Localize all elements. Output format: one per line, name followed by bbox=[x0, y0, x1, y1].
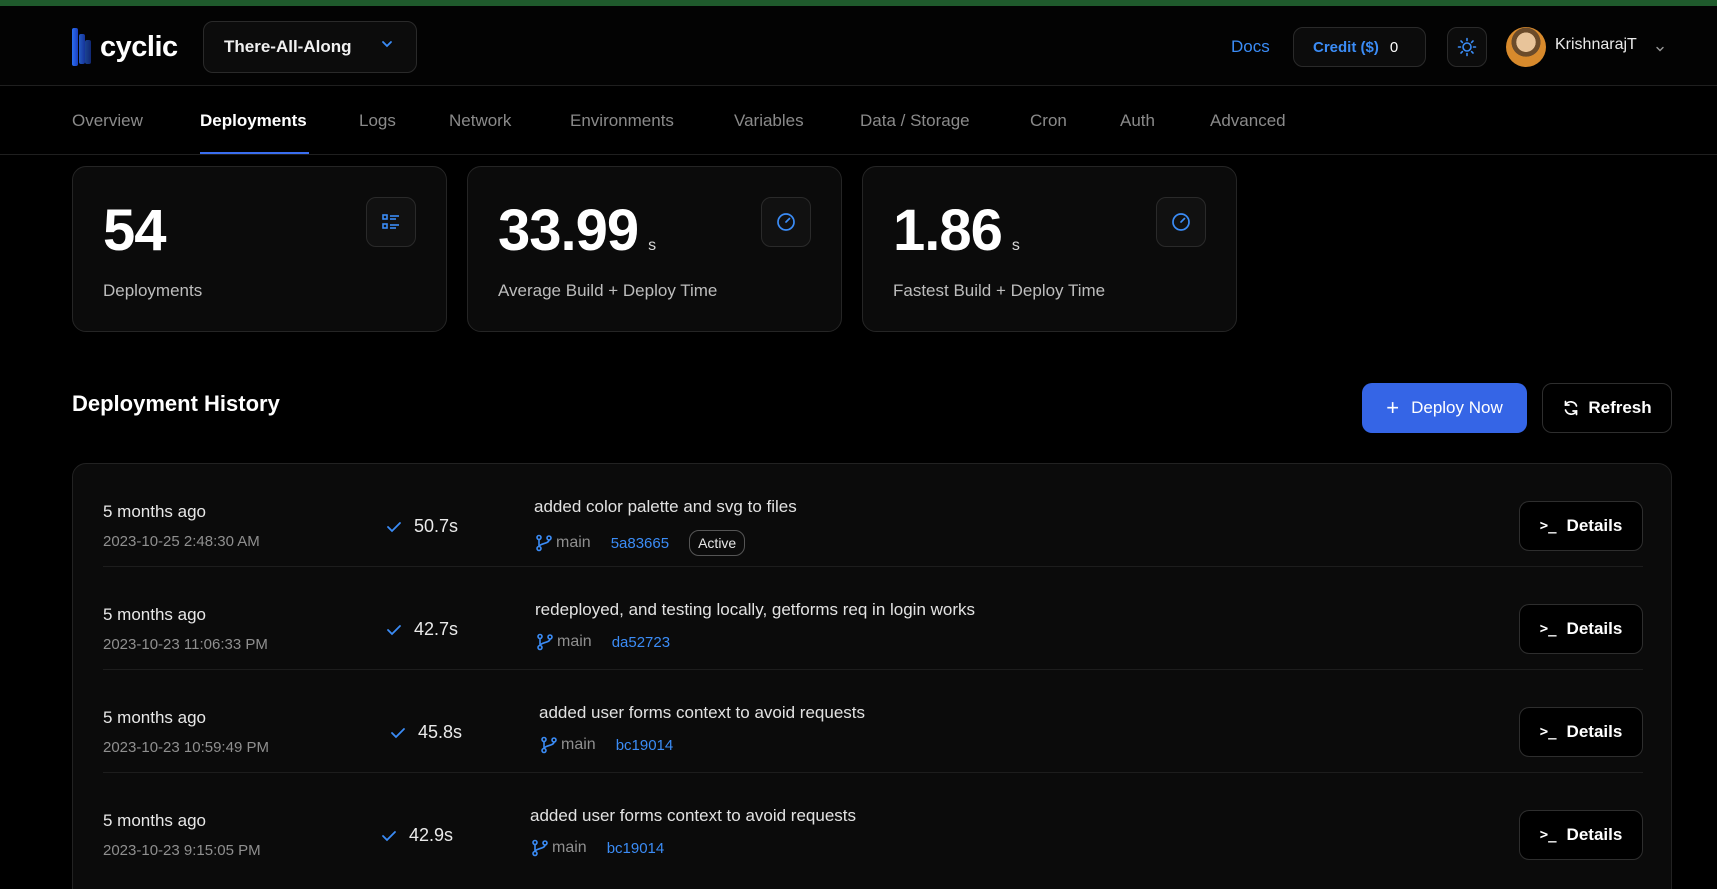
status-badge: Active bbox=[689, 530, 746, 556]
refresh-icon bbox=[1564, 400, 1578, 416]
tab-variables[interactable]: Variables bbox=[734, 111, 804, 131]
deploy-age: 5 months ago bbox=[103, 708, 207, 727]
plus-icon: + bbox=[1386, 395, 1400, 420]
commit-sha-link[interactable]: da52723 bbox=[612, 634, 670, 651]
details-button[interactable]: >_ Details bbox=[1519, 501, 1643, 551]
deploy-age: 5 months ago bbox=[103, 811, 207, 830]
stat-unit: s bbox=[648, 237, 657, 254]
stat-value: 54 bbox=[103, 198, 167, 263]
deployment-history-list: 5 months ago 2023-10-25 2:48:30 AM 50.7s… bbox=[72, 463, 1672, 889]
docs-link[interactable]: Docs bbox=[1231, 37, 1270, 57]
logo-text: cyclic bbox=[100, 30, 178, 63]
stat-card-average-time: 33.99 s Average Build + Deploy Time bbox=[467, 166, 842, 332]
commit-meta: main 5a83665 Active bbox=[534, 530, 746, 556]
project-tabs: Overview Deployments Logs Network Enviro… bbox=[0, 87, 1717, 155]
deploy-date: 2023-10-23 10:59:49 PM bbox=[103, 739, 269, 756]
list-item: 5 months ago 2023-10-25 2:48:30 AM 50.7s… bbox=[103, 464, 1643, 567]
active-tab-indicator bbox=[200, 152, 309, 154]
deploy-duration: 45.8s bbox=[390, 722, 462, 743]
refresh-button[interactable]: Refresh bbox=[1542, 383, 1672, 433]
tab-auth[interactable]: Auth bbox=[1120, 111, 1155, 131]
app-header: cyclic There-All-Along Docs Credit ($) 0… bbox=[0, 6, 1717, 86]
list-item: 5 months ago 2023-10-23 9:15:05 PM 42.9s… bbox=[103, 773, 1643, 876]
details-button[interactable]: >_ Details bbox=[1519, 604, 1643, 654]
deploy-duration: 42.7s bbox=[386, 619, 458, 640]
check-icon bbox=[387, 624, 401, 635]
gauge-icon bbox=[1156, 197, 1206, 247]
branch: main bbox=[534, 534, 591, 552]
terminal-icon: >_ bbox=[1539, 621, 1557, 637]
commit-message: added user forms context to avoid reques… bbox=[530, 806, 857, 825]
chevron-down-icon[interactable] bbox=[1655, 44, 1665, 54]
deploy-date: 2023-10-23 11:06:33 PM bbox=[103, 636, 268, 653]
tab-advanced[interactable]: Advanced bbox=[1210, 111, 1286, 131]
avatar[interactable] bbox=[1506, 27, 1546, 67]
branch: main bbox=[535, 633, 592, 651]
commit-sha-link[interactable]: 5a83665 bbox=[611, 535, 669, 552]
branch: main bbox=[530, 839, 587, 857]
refresh-label: Refresh bbox=[1588, 398, 1652, 417]
git-branch-icon bbox=[541, 736, 557, 754]
tab-cron[interactable]: Cron bbox=[1030, 111, 1067, 131]
tab-data-storage[interactable]: Data / Storage bbox=[860, 111, 970, 131]
list-item: 5 months ago 2023-10-23 10:59:49 PM 45.8… bbox=[103, 670, 1643, 773]
cyclic-logo[interactable]: cyclic bbox=[70, 24, 178, 70]
stat-label: Deployments bbox=[103, 281, 203, 300]
commit-message: added color palette and svg to files bbox=[534, 497, 797, 516]
deploy-age: 5 months ago bbox=[103, 605, 207, 624]
deploy-duration: 50.7s bbox=[386, 516, 458, 537]
commit-meta: main bc19014 bbox=[530, 839, 664, 857]
credit-value: 0 bbox=[1389, 38, 1399, 56]
terminal-icon: >_ bbox=[1539, 518, 1557, 534]
deploy-now-button[interactable]: + Deploy Now bbox=[1362, 383, 1527, 433]
deploy-date: 2023-10-23 9:15:05 PM bbox=[103, 842, 261, 859]
terminal-icon: >_ bbox=[1539, 827, 1557, 843]
branch: main bbox=[539, 736, 596, 754]
tab-deployments[interactable]: Deployments bbox=[200, 111, 307, 131]
list-icon bbox=[366, 197, 416, 247]
commit-sha-link[interactable]: bc19014 bbox=[607, 840, 665, 857]
sun-icon bbox=[1457, 37, 1477, 57]
gauge-icon bbox=[761, 197, 811, 247]
commit-sha-link[interactable]: bc19014 bbox=[616, 737, 674, 754]
commit-meta: main da52723 bbox=[535, 633, 670, 651]
deploy-age: 5 months ago bbox=[103, 502, 207, 521]
git-branch-icon bbox=[536, 534, 552, 552]
stat-card-fastest-time: 1.86 s Fastest Build + Deploy Time bbox=[862, 166, 1237, 332]
tab-overview[interactable]: Overview bbox=[72, 111, 143, 131]
git-branch-icon bbox=[532, 839, 548, 857]
tab-environments[interactable]: Environments bbox=[570, 111, 674, 131]
check-icon bbox=[391, 727, 405, 738]
details-button[interactable]: >_ Details bbox=[1519, 810, 1643, 860]
stat-card-deployments: 54 Deployments bbox=[72, 166, 447, 332]
username[interactable]: KrishnarajT bbox=[1555, 36, 1637, 54]
project-selector[interactable]: There-All-Along bbox=[203, 21, 417, 73]
stat-label: Fastest Build + Deploy Time bbox=[893, 281, 1106, 300]
git-branch-icon bbox=[537, 633, 553, 651]
tab-logs[interactable]: Logs bbox=[359, 111, 396, 131]
check-icon bbox=[387, 521, 401, 532]
stat-unit: s bbox=[1011, 237, 1020, 254]
credit-badge[interactable]: Credit ($) 0 bbox=[1293, 27, 1426, 67]
terminal-icon: >_ bbox=[1539, 724, 1557, 740]
commit-message: added user forms context to avoid reques… bbox=[539, 703, 866, 722]
project-name: There-All-Along bbox=[224, 37, 352, 56]
check-icon bbox=[382, 830, 396, 841]
commit-meta: main bc19014 bbox=[539, 736, 673, 754]
deploy-date: 2023-10-25 2:48:30 AM bbox=[103, 533, 260, 550]
logo-mark-icon bbox=[70, 24, 92, 70]
stat-value: 1.86 s bbox=[893, 198, 1020, 263]
deploy-now-label: Deploy Now bbox=[1411, 398, 1503, 417]
stat-label: Average Build + Deploy Time bbox=[498, 281, 718, 300]
credit-label: Credit ($) bbox=[1313, 38, 1379, 56]
deploy-duration: 42.9s bbox=[381, 825, 453, 846]
commit-message: redeployed, and testing locally, getform… bbox=[535, 600, 976, 619]
list-item: 5 months ago 2023-10-23 11:06:33 PM 42.7… bbox=[103, 567, 1643, 670]
theme-toggle-button[interactable] bbox=[1447, 27, 1487, 67]
section-title: Deployment History bbox=[72, 391, 280, 416]
stat-value: 33.99 s bbox=[498, 198, 657, 263]
chevron-down-icon bbox=[382, 41, 392, 48]
details-button[interactable]: >_ Details bbox=[1519, 707, 1643, 757]
tab-network[interactable]: Network bbox=[449, 111, 511, 131]
